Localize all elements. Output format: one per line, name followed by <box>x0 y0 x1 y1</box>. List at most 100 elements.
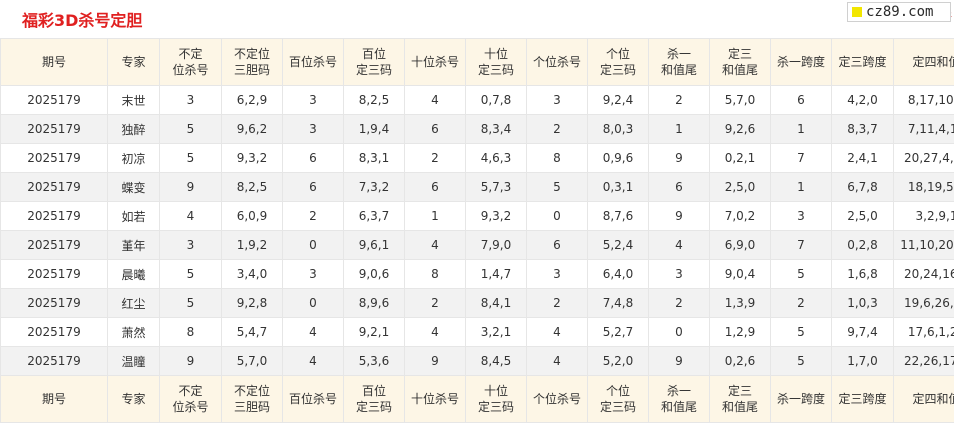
column-header: 不定位三胆码 <box>222 39 283 86</box>
table-cell: 如若 <box>108 202 160 231</box>
column-header-text: 定三码 <box>356 400 392 414</box>
table-cell: 2,5,0 <box>710 173 771 202</box>
column-header: 不定位杀号 <box>160 39 222 86</box>
column-header: 十位定三码 <box>466 39 527 86</box>
table-cell: 9 <box>405 347 466 376</box>
table-cell: 1 <box>771 115 832 144</box>
table-cell: 2025179 <box>1 173 108 202</box>
column-header: 定四和值 <box>894 39 954 86</box>
column-header: 定三和值尾 <box>710 376 771 423</box>
table-cell: 6,2,9 <box>222 86 283 115</box>
column-header-text: 杀一 <box>667 47 691 61</box>
table-cell: 11,10,20,27 <box>894 231 954 260</box>
column-header-text: 不定 <box>178 384 202 398</box>
table-cell: 0 <box>527 202 588 231</box>
table-cell: 1,0,3 <box>832 289 894 318</box>
table-cell: 4 <box>160 202 222 231</box>
table-cell: 7 <box>771 144 832 173</box>
column-header-text: 百位杀号 <box>289 392 337 406</box>
table-cell: 1,6,8 <box>832 260 894 289</box>
prediction-table: 期号专家不定位杀号不定位三胆码百位杀号百位定三码十位杀号十位定三码个位杀号个位定… <box>0 38 954 423</box>
table-cell: 2 <box>405 144 466 173</box>
table-cell: 8,2,5 <box>344 86 405 115</box>
column-header: 个位定三码 <box>588 39 649 86</box>
table-cell: 9 <box>160 347 222 376</box>
table-cell: 20,27,4,17 <box>894 144 954 173</box>
table-cell: 2 <box>405 289 466 318</box>
table-cell: 2025179 <box>1 347 108 376</box>
column-header: 个位杀号 <box>527 39 588 86</box>
table-cell: 3 <box>527 86 588 115</box>
column-header-text: 位杀号 <box>172 400 208 414</box>
column-header-text: 定三码 <box>478 63 514 77</box>
table-cell: 6,0,9 <box>222 202 283 231</box>
column-header: 定三和值尾 <box>710 39 771 86</box>
table-body: 期号专家不定位杀号不定位三胆码百位杀号百位定三码十位杀号十位定三码个位杀号个位定… <box>1 39 954 423</box>
table-cell: 9 <box>649 144 710 173</box>
table-cell: 2025179 <box>1 318 108 347</box>
table-cell: 8 <box>160 318 222 347</box>
table-cell: 6 <box>527 231 588 260</box>
table-cell: 4 <box>527 347 588 376</box>
table-row: 2025179蝶变98,2,567,3,265,7,350,3,162,5,01… <box>1 173 954 202</box>
table-row: 2025179红尘59,2,808,9,628,4,127,4,821,3,92… <box>1 289 954 318</box>
table-cell: 3,4,0 <box>222 260 283 289</box>
column-header-text: 定三跨度 <box>838 392 886 406</box>
column-header-text: 三胆码 <box>234 400 270 414</box>
table-cell: 8 <box>405 260 466 289</box>
table-cell: 1,4,7 <box>466 260 527 289</box>
column-header-text: 和值尾 <box>661 63 697 77</box>
table-cell: 2 <box>771 289 832 318</box>
column-header: 百位定三码 <box>344 39 405 86</box>
column-header: 期号 <box>1 39 108 86</box>
table-cell: 4 <box>283 318 344 347</box>
column-header-text: 定四和值 <box>912 392 954 406</box>
column-header: 百位定三码 <box>344 376 405 423</box>
column-header-text: 杀一 <box>667 384 691 398</box>
table-cell: 9,2,1 <box>344 318 405 347</box>
table-cell: 3 <box>649 260 710 289</box>
table-cell: 8,7,6 <box>588 202 649 231</box>
table-row: 2025179末世36,2,938,2,540,7,839,2,425,7,06… <box>1 86 954 115</box>
table-cell: 5 <box>771 318 832 347</box>
column-header: 百位杀号 <box>283 376 344 423</box>
table-cell: 蝶变 <box>108 173 160 202</box>
table-row: 2025179如若46,0,926,3,719,3,208,7,697,0,23… <box>1 202 954 231</box>
table-cell: 2 <box>649 86 710 115</box>
table-cell: 0 <box>283 289 344 318</box>
table-cell: 2025179 <box>1 260 108 289</box>
column-header-text: 个位 <box>606 47 630 61</box>
column-header-text: 定三 <box>728 47 752 61</box>
table-cell: 8,3,4 <box>466 115 527 144</box>
table-cell: 8,4,1 <box>466 289 527 318</box>
table-cell: 6,3,7 <box>344 202 405 231</box>
column-header-text: 不定位 <box>234 47 270 61</box>
table-cell: 2,4,1 <box>832 144 894 173</box>
table-cell: 7,0,2 <box>710 202 771 231</box>
table-cell: 8,2,5 <box>222 173 283 202</box>
column-header: 定三跨度 <box>832 39 894 86</box>
table-cell: 初凉 <box>108 144 160 173</box>
table-cell: 2025179 <box>1 86 108 115</box>
table-cell: 7,3,2 <box>344 173 405 202</box>
table-cell: 2025179 <box>1 202 108 231</box>
column-header-text: 和值尾 <box>661 400 697 414</box>
column-header: 专家 <box>108 39 160 86</box>
table-cell: 22,26,17,3 <box>894 347 954 376</box>
column-header-text: 专家 <box>121 392 145 406</box>
table-cell: 5,2,7 <box>588 318 649 347</box>
column-header-text: 十位 <box>484 47 508 61</box>
table-cell: 9,7,4 <box>832 318 894 347</box>
table-cell: 1,3,9 <box>710 289 771 318</box>
column-header: 十位杀号 <box>405 39 466 86</box>
column-header-text: 定三 <box>728 384 752 398</box>
table-cell: 2025179 <box>1 289 108 318</box>
column-header: 定三跨度 <box>832 376 894 423</box>
table-cell: 3 <box>160 86 222 115</box>
page-title: 福彩3D杀号定胆 <box>22 7 142 31</box>
table-cell: 5,4,7 <box>222 318 283 347</box>
table-cell: 0 <box>649 318 710 347</box>
table-cell: 6,9,0 <box>710 231 771 260</box>
table-cell: 1 <box>649 115 710 144</box>
table-cell: 温瞳 <box>108 347 160 376</box>
